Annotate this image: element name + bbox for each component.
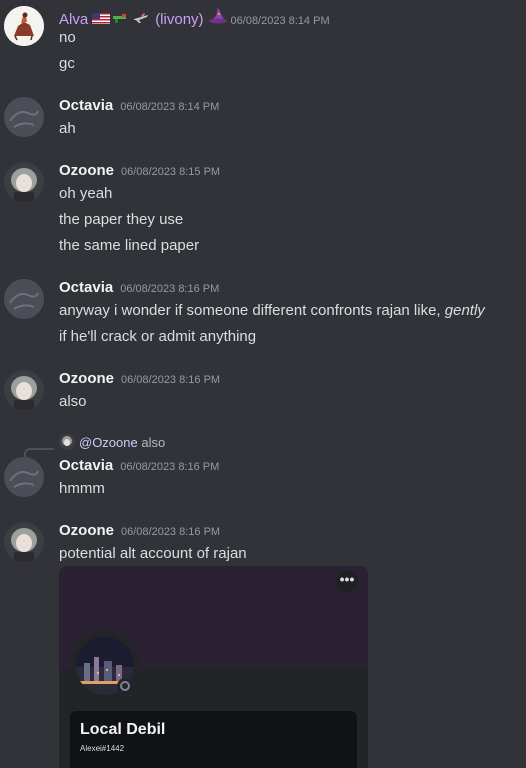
timestamp: 06/08/2023 8:16 PM (121, 526, 221, 538)
avatar-ozoone[interactable] (4, 522, 44, 562)
author-suffix[interactable]: (livony) (155, 11, 203, 28)
timestamp: 06/08/2023 8:14 PM (120, 101, 220, 113)
author-name[interactable]: Ozoone (59, 162, 114, 179)
message-line: oh yeah (59, 185, 113, 202)
author-name[interactable]: Octavia (59, 457, 113, 474)
profile-namebox: Local Debil Alexei#1442 (70, 711, 357, 768)
reply-mention[interactable]: @Ozoone (79, 435, 138, 450)
timestamp: 06/08/2023 8:14 PM (230, 15, 330, 27)
avatar-octavia[interactable] (4, 279, 44, 319)
message-line: also (59, 393, 87, 410)
avatar-alva[interactable] (4, 6, 44, 46)
gun-icon (113, 11, 127, 23)
message-line: hmmm (59, 480, 105, 497)
timestamp: 06/08/2023 8:16 PM (120, 283, 220, 295)
profile-embed[interactable]: ••• Local Debil Alexei#1442 (59, 566, 368, 768)
author-name[interactable]: Octavia (59, 97, 113, 114)
wizard-hat-icon (208, 6, 228, 24)
message-line: no (59, 29, 76, 46)
message-line: if he'll crack or admit anything (59, 328, 257, 345)
message-header: Octavia 06/08/2023 8:14 PM (59, 97, 219, 114)
message-line: anyway i wonder if someone different con… (59, 302, 485, 319)
message-text: anyway i wonder if someone different con… (59, 302, 445, 319)
author-name[interactable]: Octavia (59, 279, 113, 296)
message-header: Ozoone 06/08/2023 8:16 PM (59, 522, 220, 539)
more-options-icon[interactable]: ••• (336, 570, 358, 592)
timestamp: 06/08/2023 8:16 PM (121, 374, 221, 386)
chat-log: Alva (livony) 06/08/2023 8:14 PM no gc O… (0, 0, 526, 768)
avatar-ozoone[interactable] (4, 162, 44, 202)
message-line: ah (59, 120, 76, 137)
reply-preview[interactable]: @Ozoone also (79, 435, 165, 450)
airplane-icon (133, 11, 149, 23)
message-line: the same lined paper (59, 237, 200, 254)
avatar-octavia[interactable] (4, 97, 44, 137)
us-flag-icon (92, 11, 111, 24)
message-line: potential alt account of rajan (59, 545, 247, 562)
message-header: Octavia 06/08/2023 8:16 PM (59, 279, 219, 296)
offline-status-icon (117, 678, 133, 694)
reply-avatar[interactable] (59, 434, 75, 450)
author-name[interactable]: Ozoone (59, 522, 114, 539)
message-line: gc (59, 55, 75, 72)
timestamp: 06/08/2023 8:16 PM (120, 461, 220, 473)
message-header: Ozoone 06/08/2023 8:15 PM (59, 162, 220, 179)
message-header: Octavia 06/08/2023 8:16 PM (59, 457, 219, 474)
reply-snippet: also (141, 435, 166, 450)
timestamp: 06/08/2023 8:15 PM (121, 166, 221, 178)
avatar-ozoone[interactable] (4, 370, 44, 410)
message-header: Alva (livony) 06/08/2023 8:14 PM (59, 6, 330, 28)
message-header: Ozoone 06/08/2023 8:16 PM (59, 370, 220, 387)
profile-tag: Alexei#1442 (80, 744, 125, 753)
author-name[interactable]: Alva (59, 11, 88, 28)
message-line: the paper they use (59, 211, 184, 228)
italic-text: gently (444, 302, 485, 319)
author-name[interactable]: Ozoone (59, 370, 114, 387)
profile-display-name: Local Debil (80, 721, 166, 738)
avatar-octavia[interactable] (4, 457, 44, 497)
